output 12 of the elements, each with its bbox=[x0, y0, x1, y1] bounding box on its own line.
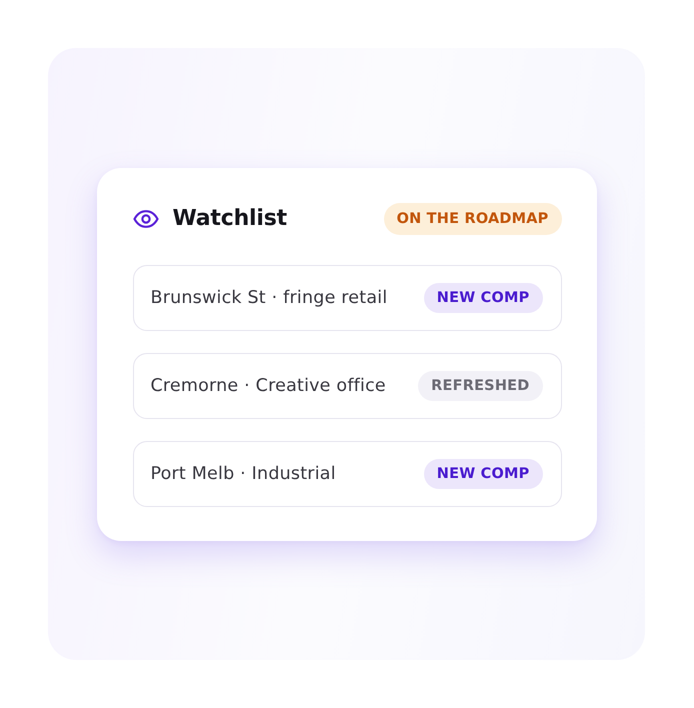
status-badge: NEW COMP bbox=[424, 458, 542, 488]
roadmap-badge: ON THE ROADMAP bbox=[384, 202, 562, 234]
watchlist-title: Watchlist bbox=[172, 206, 287, 231]
row-label: Cremorne · Creative office bbox=[150, 376, 386, 396]
row-label: Port Melb · Industrial bbox=[150, 464, 336, 484]
watchlist-row[interactable]: Cremorne · Creative office REFRESHED bbox=[132, 352, 562, 418]
eye-icon bbox=[132, 210, 158, 228]
status-badge: NEW COMP bbox=[424, 282, 542, 312]
watchlist-row[interactable]: Port Melb · Industrial NEW COMP bbox=[132, 440, 562, 506]
watchlist-row[interactable]: Brunswick St · fringe retail NEW COMP bbox=[132, 264, 562, 330]
row-label: Brunswick St · fringe retail bbox=[150, 288, 388, 308]
status-badge: REFRESHED bbox=[418, 370, 542, 400]
